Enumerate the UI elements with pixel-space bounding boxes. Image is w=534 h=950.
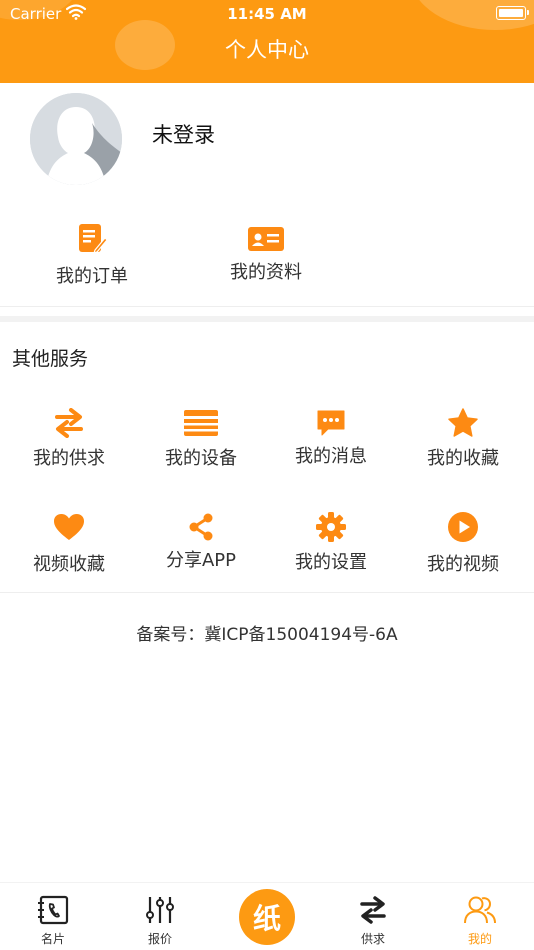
tab-label: 名片: [40, 932, 65, 946]
profile-section[interactable]: 未登录: [0, 83, 534, 195]
section-separator: [0, 316, 534, 322]
order-edit-icon: [12, 222, 172, 256]
tab-supply-demand[interactable]: 供求: [343, 895, 403, 947]
heart-icon: [2, 510, 136, 544]
page-title: 个人中心: [225, 38, 309, 62]
service-label: 分享APP: [165, 550, 237, 571]
header: Carrier 11:45 AM 个人中心: [0, 0, 534, 83]
my-equipment-button[interactable]: 我的设备: [134, 406, 268, 470]
tab-label: 供求: [360, 932, 385, 946]
tab-quote[interactable]: 报价: [130, 895, 190, 947]
divider: [0, 592, 534, 593]
divider: [0, 306, 534, 307]
my-orders-button[interactable]: 我的订单: [12, 222, 172, 288]
tab-label: 我的: [467, 932, 492, 946]
sliders-icon: [130, 895, 190, 929]
message-icon: [264, 406, 398, 440]
my-supply-demand-button[interactable]: 我的供求: [2, 406, 136, 470]
my-profile-button[interactable]: 我的资料: [186, 222, 346, 284]
my-settings-button[interactable]: 我的设置: [264, 510, 398, 574]
service-label: 视频收藏: [33, 554, 105, 575]
service-label: 我的设备: [165, 448, 237, 469]
my-videos-button[interactable]: 我的视频: [396, 510, 530, 576]
my-orders-label: 我的订单: [56, 266, 128, 287]
login-status[interactable]: 未登录: [152, 119, 215, 149]
tab-business-card[interactable]: 名片: [23, 895, 83, 947]
my-messages-button[interactable]: 我的消息: [264, 406, 398, 468]
tab-paper-center[interactable]: 纸: [239, 889, 295, 945]
equipment-icon: [134, 406, 268, 440]
service-label: 我的视频: [427, 554, 499, 575]
service-label: 我的消息: [295, 446, 367, 467]
share-icon: [134, 510, 268, 544]
users-icon: [450, 895, 510, 929]
service-label: 我的收藏: [427, 448, 499, 469]
profile-card-icon: [186, 222, 346, 256]
swap-arrows-icon: [2, 406, 136, 440]
tab-bar: 名片 报价 纸 供求 我的: [0, 882, 534, 950]
tab-label: 报价: [147, 932, 172, 946]
swap-arrows-icon: [343, 895, 403, 929]
share-app-button[interactable]: 分享APP: [134, 510, 268, 572]
avatar[interactable]: [30, 93, 122, 185]
play-icon: [396, 510, 530, 544]
status-time: 11:45 AM: [227, 5, 307, 23]
tab-mine[interactable]: 我的: [450, 895, 510, 947]
section-title: 其他服务: [12, 348, 89, 370]
battery-icon: [496, 6, 529, 20]
service-label: 我的供求: [33, 448, 105, 469]
status-bar: Carrier 11:45 AM: [0, 0, 534, 28]
icp-record: 备案号：冀ICP备15004194号-6A: [136, 625, 398, 645]
my-profile-label: 我的资料: [230, 262, 302, 283]
video-favorites-button[interactable]: 视频收藏: [2, 510, 136, 576]
gear-icon: [264, 510, 398, 544]
my-favorites-button[interactable]: 我的收藏: [396, 406, 530, 470]
business-card-icon: [23, 895, 83, 929]
star-icon: [396, 406, 530, 440]
service-label: 我的设置: [295, 552, 367, 573]
